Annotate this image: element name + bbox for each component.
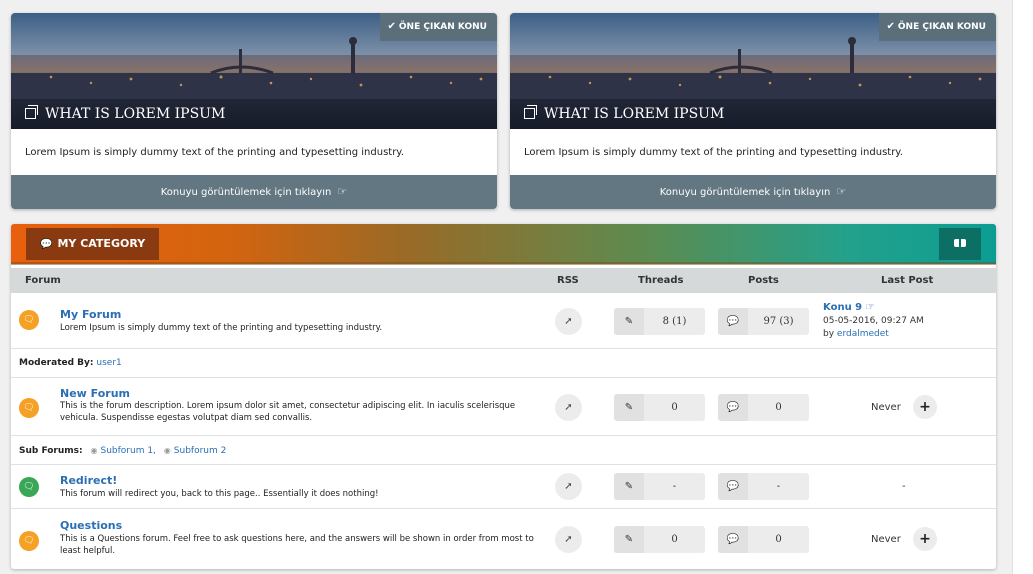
pencil-icon: ✎ xyxy=(614,526,644,553)
forum-status-icon: 🗨 xyxy=(19,310,39,330)
forum-description: Lorem Ipsum is simply dummy text of the … xyxy=(60,323,383,333)
forum-row: 🗨 My Forum Lorem Ipsum is simply dummy t… xyxy=(11,293,996,349)
col-rss: RSS xyxy=(557,275,579,286)
featured-view-button[interactable]: Konuyu görüntülemek için tıklayın ☞ xyxy=(510,175,996,209)
featured-badge: ✔ ÖNE ÇIKAN KONU xyxy=(878,13,996,41)
forum-row: 🗨 Questions This is a Questions forum. F… xyxy=(11,509,996,567)
forum-name-link[interactable]: Redirect! xyxy=(60,474,117,487)
rss-icon[interactable]: ➚ xyxy=(555,308,582,335)
posts-count: 💬 97 (3) xyxy=(718,308,809,335)
plus-icon[interactable]: + xyxy=(913,527,937,551)
featured-card[interactable]: ✔ ÖNE ÇIKAN KONU WHAT IS LOREM IPSUM Lore… xyxy=(11,13,497,209)
featured-card[interactable]: ✔ ÖNE ÇIKAN KONU WHAT IS LOREM IPSUM Lore… xyxy=(510,13,996,209)
comment-icon: 💬 xyxy=(718,526,748,553)
forum-description: This is the forum description. Lorem ips… xyxy=(60,401,516,423)
forum-description: This forum will redirect you, back to th… xyxy=(60,489,379,499)
col-posts: Posts xyxy=(748,275,779,286)
subforum-dot-icon: ◉ xyxy=(163,446,171,455)
featured-title-bar[interactable]: WHAT IS LOREM IPSUM xyxy=(11,99,497,129)
threads-count: ✎ - xyxy=(614,473,705,500)
last-post-never: Never xyxy=(871,402,901,413)
subforums-line: Sub Forums: ◉ Subforum 1, ◉ Subforum 2 xyxy=(11,436,996,465)
threads-count: ✎ 0 xyxy=(614,526,705,553)
posts-count: 💬 0 xyxy=(718,394,809,421)
featured-title: WHAT IS LOREM IPSUM xyxy=(45,106,226,122)
comments-icon: 💬 xyxy=(40,239,53,250)
book-icon xyxy=(954,239,966,247)
rss-icon[interactable]: ➚ xyxy=(555,526,582,553)
last-post-never: Never xyxy=(871,534,901,545)
moderated-by-line: Moderated By: user1 xyxy=(11,349,996,378)
featured-title-bar[interactable]: WHAT IS LOREM IPSUM xyxy=(510,99,996,129)
subforum-link[interactable]: Subforum 2 xyxy=(174,446,227,456)
forum-status-icon: 🗨 xyxy=(19,531,39,551)
featured-title: WHAT IS LOREM IPSUM xyxy=(544,106,725,122)
threads-count: ✎ 0 xyxy=(614,394,705,421)
col-last-post: Last Post xyxy=(881,275,934,286)
moderator-link[interactable]: user1 xyxy=(96,358,121,368)
pencil-icon: ✎ xyxy=(614,473,644,500)
threads-count: ✎ 8 (1) xyxy=(614,308,705,335)
pencil-icon: ✎ xyxy=(614,394,644,421)
featured-text: Lorem Ipsum is simply dummy text of the … xyxy=(524,147,903,158)
plus-icon[interactable]: + xyxy=(913,395,937,419)
subforum-link[interactable]: Subforum 1, xyxy=(100,446,155,456)
col-threads: Threads xyxy=(638,275,684,286)
forum-category: 💬 MY CATEGORY Forum RSS Threads Posts Las… xyxy=(11,224,996,569)
forum-status-icon: 🗨 xyxy=(19,398,39,418)
window-restore-icon xyxy=(25,105,38,119)
pointing-hand-icon: ☞ xyxy=(337,185,348,198)
last-post-date: 05-05-2016, 09:27 AM xyxy=(823,316,924,326)
comment-icon: 💬 xyxy=(718,394,748,421)
category-title-tab[interactable]: 💬 MY CATEGORY xyxy=(26,228,160,260)
last-post-link[interactable]: Konu 9 ☞ xyxy=(823,302,875,313)
category-header: 💬 MY CATEGORY xyxy=(11,224,996,264)
featured-view-button[interactable]: Konuyu görüntülemek için tıklayın ☞ xyxy=(11,175,497,209)
featured-badge: ✔ ÖNE ÇIKAN KONU xyxy=(379,13,497,41)
category-header-divider xyxy=(11,262,996,265)
pointing-hand-icon: ☞ xyxy=(836,185,847,198)
forum-row: 🗨 Redirect! This forum will redirect you… xyxy=(11,465,996,509)
author-link[interactable]: erdalmedet xyxy=(837,329,889,339)
forum-status-icon: 🗨 xyxy=(19,477,39,497)
pointing-hand-icon: ☞ xyxy=(865,302,875,313)
last-post-author: by erdalmedet xyxy=(823,329,889,339)
posts-count: 💬 - xyxy=(718,473,809,500)
last-post-none: - xyxy=(902,481,906,492)
comment-icon: 💬 xyxy=(718,473,748,500)
posts-count: 💬 0 xyxy=(718,526,809,553)
featured-text: Lorem Ipsum is simply dummy text of the … xyxy=(25,147,404,158)
rss-icon[interactable]: ➚ xyxy=(555,394,582,421)
rss-icon[interactable]: ➚ xyxy=(555,473,582,500)
forum-name-link[interactable]: My Forum xyxy=(60,308,121,321)
subforum-dot-icon: ◉ xyxy=(90,446,98,455)
forum-name-link[interactable]: New Forum xyxy=(60,387,130,400)
forum-row: 🗨 New Forum This is the forum descriptio… xyxy=(11,378,996,436)
collapse-toggle-button[interactable] xyxy=(939,228,981,260)
check-icon: ✔ xyxy=(886,21,895,32)
forum-name-link[interactable]: Questions xyxy=(60,519,122,532)
col-forum: Forum xyxy=(25,275,61,286)
page-right-strip xyxy=(1012,0,1033,574)
table-header: Forum RSS Threads Posts Last Post xyxy=(11,268,996,293)
check-icon: ✔ xyxy=(387,21,396,32)
forum-description: This is a Questions forum. Feel free to … xyxy=(60,534,534,556)
window-restore-icon xyxy=(524,105,537,119)
pencil-icon: ✎ xyxy=(614,308,644,335)
comment-icon: 💬 xyxy=(718,308,748,335)
